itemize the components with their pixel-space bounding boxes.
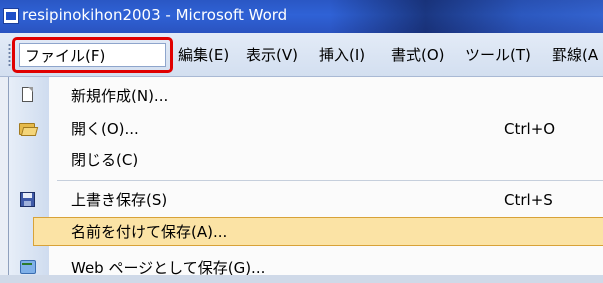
menu-item-save-as-web[interactable]: Web ページとして保存(G)...	[9, 253, 603, 283]
web-page-icon	[19, 259, 37, 277]
menu-item-new[interactable]: 新規作成(N)...	[9, 81, 603, 111]
word-app-icon[interactable]	[3, 8, 19, 24]
menu-format[interactable]: 書式(O)	[391, 43, 445, 67]
menu-separator	[57, 180, 603, 181]
menu-item-open[interactable]: 開く(O)... Ctrl+O	[9, 114, 603, 144]
menu-item-label: 閉じる(C)	[71, 151, 139, 169]
menu-file[interactable]: ファイル(F)	[25, 46, 105, 66]
title-bar-shading	[330, 0, 603, 33]
menu-item-save-as[interactable]: 名前を付けて保存(A)...	[9, 217, 603, 247]
open-folder-icon	[19, 120, 39, 138]
menu-edit[interactable]: 編集(E)	[178, 43, 229, 67]
menu-file-callout: ファイル(F)	[12, 37, 173, 73]
file-menu-dropdown: 新規作成(N)... 開く(O)... Ctrl+O 閉じる(C) 上書き保存(…	[8, 77, 603, 277]
menu-item-shortcut: Ctrl+S	[504, 191, 553, 209]
menu-item-save[interactable]: 上書き保存(S) Ctrl+S	[9, 185, 603, 215]
menu-insert[interactable]: 挿入(I)	[319, 43, 365, 67]
menu-view[interactable]: 表示(V)	[246, 43, 298, 67]
menu-item-shortcut: Ctrl+O	[504, 120, 556, 138]
menu-item-label: 新規作成(N)...	[71, 87, 169, 105]
title-bar: resipinokihon2003 - Microsoft Word	[0, 0, 603, 33]
new-document-icon	[19, 87, 37, 105]
window-title: resipinokihon2003 - Microsoft Word	[22, 6, 288, 24]
toolbar-grip-handle[interactable]	[8, 43, 11, 67]
save-disk-icon	[19, 191, 37, 209]
menu-tools[interactable]: ツール(T)	[465, 43, 531, 67]
menu-item-close[interactable]: 閉じる(C)	[9, 145, 603, 175]
menu-item-label: 名前を付けて保存(A)...	[71, 223, 228, 241]
menu-item-label: 上書き保存(S)	[71, 191, 168, 209]
menu-item-label: 開く(O)...	[71, 120, 139, 138]
menu-item-label: Web ページとして保存(G)...	[71, 259, 266, 277]
menu-bar: ファイル(F) 編集(E) 表示(V) 挿入(I) 書式(O) ツール(T) 罫…	[0, 33, 603, 77]
menu-table[interactable]: 罫線(A	[552, 43, 598, 67]
